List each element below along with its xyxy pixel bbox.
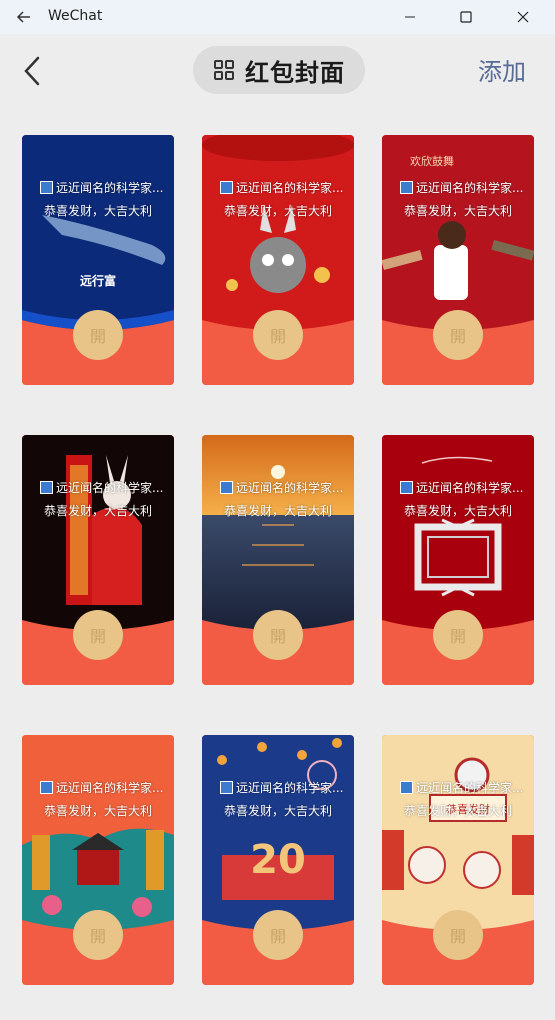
- avatar: [40, 781, 53, 794]
- maximize-icon: [460, 11, 472, 23]
- add-button[interactable]: 添加: [478, 52, 526, 87]
- grid-icon: [214, 60, 234, 80]
- avatar: [400, 481, 413, 494]
- art-text: 欢欣鼓舞: [410, 154, 454, 168]
- red-envelope-cover[interactable]: 远近闻名的科学家... 恭喜发财，大吉大利 開: [22, 435, 174, 685]
- avatar: [220, 181, 233, 194]
- window-back-icon[interactable]: [14, 7, 34, 27]
- minimize-button[interactable]: [387, 0, 433, 34]
- window-title: WeChat: [48, 8, 103, 24]
- red-envelope-cover[interactable]: 20 远近闻名的科学家... 恭喜发财，大吉大利 開: [202, 735, 354, 985]
- art-text: 20: [250, 837, 306, 883]
- open-button[interactable]: 開: [253, 610, 303, 660]
- sender-name: 远近闻名的科学家...: [416, 481, 524, 495]
- open-button[interactable]: 開: [73, 310, 123, 360]
- avatar: [40, 481, 53, 494]
- sender-label: 远近闻名的科学家...: [220, 179, 343, 196]
- open-button[interactable]: 開: [253, 910, 303, 960]
- open-button[interactable]: 開: [73, 610, 123, 660]
- open-button[interactable]: 開: [433, 610, 483, 660]
- sender-name: 远近闻名的科学家...: [236, 781, 344, 795]
- window-titlebar: WeChat: [0, 0, 555, 34]
- maximize-button[interactable]: [443, 0, 489, 34]
- red-envelope-cover[interactable]: 远近闻名的科学家... 恭喜发财，大吉大利 開: [382, 435, 534, 685]
- art-text: 远行富: [80, 273, 116, 288]
- greeting-text: 恭喜发财，大吉大利: [43, 804, 152, 818]
- title-pill[interactable]: 红包封面: [193, 46, 365, 94]
- red-envelope-cover[interactable]: 远近闻名的科学家... 恭喜发财，大吉大利 開: [202, 135, 354, 385]
- sender-name: 远近闻名的科学家...: [56, 781, 164, 795]
- greeting-text: 恭喜发财，大吉大利: [43, 204, 152, 218]
- back-chevron-icon[interactable]: [20, 54, 44, 88]
- page-title: 红包封面: [245, 58, 345, 87]
- avatar: [220, 781, 233, 794]
- avatar: [400, 181, 413, 194]
- greeting-text: 恭喜发财，大吉大利: [223, 504, 332, 518]
- red-envelope-cover[interactable]: 欢欣鼓舞 远近闻名的科学家... 恭喜发财，大吉大利 開: [382, 135, 534, 385]
- greeting-text: 恭喜发财，大吉大利: [403, 804, 512, 818]
- sender-name: 远近闻名的科学家...: [416, 781, 524, 795]
- sender-label: 远近闻名的科学家...: [40, 479, 163, 496]
- red-envelope-cover[interactable]: 远近闻名的科学家... 恭喜发财，大吉大利 開: [22, 735, 174, 985]
- avatar: [220, 481, 233, 494]
- sender-label: 远近闻名的科学家...: [40, 179, 163, 196]
- sender-name: 远近闻名的科学家...: [56, 181, 164, 195]
- red-envelope-cover[interactable]: 远行富 远近闻名的科学家... 恭喜发财，大吉大利 開: [22, 135, 174, 385]
- close-icon: [517, 11, 529, 23]
- open-button[interactable]: 開: [433, 910, 483, 960]
- sender-label: 远近闻名的科学家...: [220, 479, 343, 496]
- red-envelope-cover[interactable]: 远近闻名的科学家... 恭喜发财，大吉大利 開: [202, 435, 354, 685]
- sender-name: 远近闻名的科学家...: [236, 181, 344, 195]
- sender-label: 远近闻名的科学家...: [400, 179, 523, 196]
- page-header: 红包封面 添加: [0, 34, 555, 110]
- sender-label: 远近闻名的科学家...: [220, 779, 343, 796]
- greeting-text: 恭喜发财，大吉大利: [223, 804, 332, 818]
- greeting-text: 恭喜发财，大吉大利: [43, 504, 152, 518]
- sender-label: 远近闻名的科学家...: [40, 779, 163, 796]
- sender-label: 远近闻名的科学家...: [400, 479, 523, 496]
- greeting-text: 恭喜发财，大吉大利: [403, 204, 512, 218]
- greeting-text: 恭喜发财，大吉大利: [403, 504, 512, 518]
- open-button[interactable]: 開: [253, 310, 303, 360]
- close-button[interactable]: [500, 0, 546, 34]
- open-button[interactable]: 開: [433, 310, 483, 360]
- sender-name: 远近闻名的科学家...: [56, 481, 164, 495]
- open-button[interactable]: 開: [73, 910, 123, 960]
- greeting-text: 恭喜发财，大吉大利: [223, 204, 332, 218]
- avatar: [400, 781, 413, 794]
- sender-name: 远近闻名的科学家...: [416, 181, 524, 195]
- red-envelope-cover[interactable]: 恭喜发财 远近闻名的科学家... 恭喜发财，大吉大利 開: [382, 735, 534, 985]
- minimize-icon: [405, 16, 415, 18]
- avatar: [40, 181, 53, 194]
- sender-name: 远近闻名的科学家...: [236, 481, 344, 495]
- sender-label: 远近闻名的科学家...: [400, 779, 523, 796]
